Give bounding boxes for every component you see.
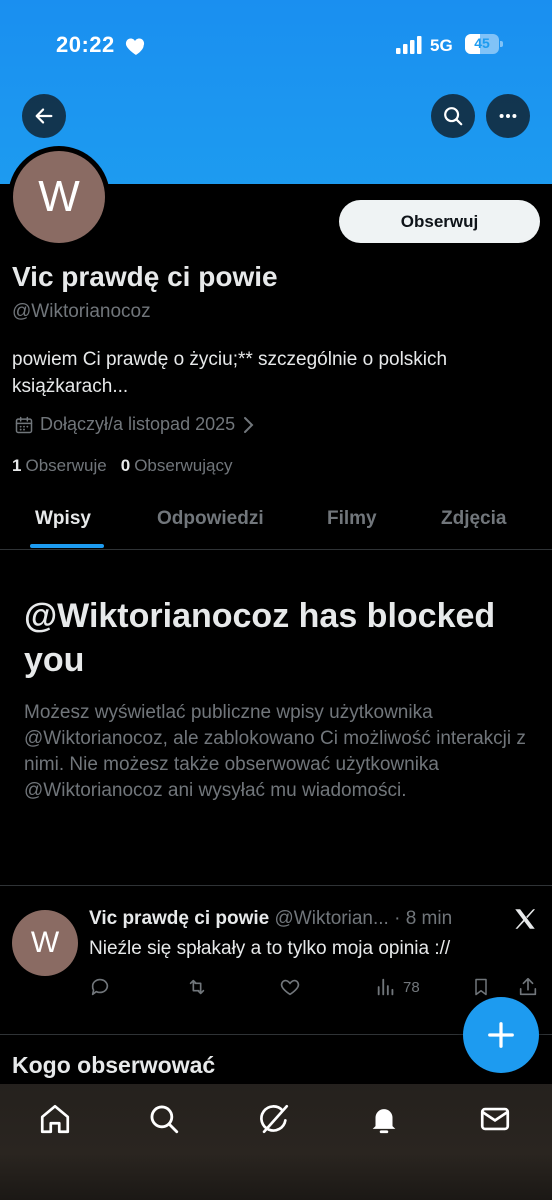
profile-handle: @Wiktorianocoz <box>12 301 151 322</box>
views-button[interactable]: 78 <box>375 976 420 998</box>
grok-icon[interactable] <box>257 1102 291 1136</box>
tab-replies[interactable]: Odpowiedzi <box>157 508 264 530</box>
calendar-icon <box>15 416 33 433</box>
following-label: Obserwuje <box>25 456 107 475</box>
share-button[interactable] <box>517 976 539 998</box>
views-count: 78 <box>403 978 420 996</box>
share-icon <box>519 977 537 996</box>
joined-label: Dołączył/a listopad 2025 <box>40 414 236 434</box>
network-type: 5G <box>430 36 453 55</box>
search-icon[interactable] <box>147 1102 181 1136</box>
tweet-avatar[interactable]: W <box>12 910 78 976</box>
more-button[interactable] <box>486 94 530 138</box>
followers-label: Obserwujący <box>134 456 233 475</box>
retweet-button[interactable] <box>185 976 209 998</box>
tab-videos[interactable]: Filmy <box>327 508 377 530</box>
back-button[interactable] <box>22 94 66 138</box>
following-link[interactable]: 1 Obserwuje <box>12 456 107 476</box>
battery-indicator: 45 <box>465 34 503 54</box>
who-to-follow-heading: Kogo obserwować <box>12 1052 216 1078</box>
bookmark-button[interactable] <box>471 976 491 998</box>
following-count: 1 <box>12 456 22 475</box>
battery-level: 45 <box>474 35 490 51</box>
notifications-icon[interactable] <box>367 1102 401 1136</box>
profile-name: Vic prawdę ci powie <box>12 261 278 292</box>
tweet-actions: 78 <box>89 976 539 1000</box>
reply-button[interactable] <box>89 976 111 998</box>
follow-button[interactable]: Obserwuj <box>339 200 540 243</box>
tweet-handle-time: @Wiktorian... · 8 min <box>274 908 453 929</box>
avatar-letter: W <box>30 926 60 959</box>
plus-icon <box>488 1022 514 1048</box>
tab-photos[interactable]: Zdjęcia <box>441 508 506 530</box>
followers-link[interactable]: 0 Obserwujący <box>121 456 233 476</box>
like-icon <box>280 979 300 996</box>
divider <box>0 885 552 886</box>
tweet-header: Vic prawdę ci powie @Wiktorian... · 8 mi… <box>89 908 452 930</box>
active-tab-indicator <box>30 544 104 548</box>
blocked-message: Możesz wyświetlać publiczne wpisy użytko… <box>24 702 526 801</box>
joined-date[interactable]: Dołączył/a listopad 2025 <box>14 414 261 435</box>
messages-icon[interactable] <box>478 1102 512 1136</box>
avatar-letter: W <box>38 172 80 221</box>
heart-icon <box>125 38 145 55</box>
profile-tabs: Wpisy Odpowiedzi Filmy Zdjęcia <box>0 496 552 550</box>
search-button[interactable] <box>431 94 475 138</box>
x-logo-icon <box>515 909 536 929</box>
tweet-text: Nieźle się spłakały a to tylko moja opin… <box>89 938 451 959</box>
bookmark-icon <box>475 978 487 996</box>
followers-count: 0 <box>120 456 131 475</box>
more-icon <box>499 113 517 119</box>
status-time: 20:22 <box>56 32 115 57</box>
views-icon <box>377 978 394 996</box>
retweet-icon <box>189 979 205 995</box>
profile-bio: powiem Ci prawdę o życiu;** szczególnie … <box>12 349 448 397</box>
chevron-right-icon <box>244 416 254 433</box>
tab-posts[interactable]: Wpisy <box>35 508 91 530</box>
signal-icon <box>396 36 422 54</box>
follow-counts: 1 Obserwuje 0 Obserwujący <box>12 456 232 476</box>
bottom-navigation <box>0 1084 552 1200</box>
home-icon[interactable] <box>38 1102 72 1136</box>
like-button[interactable] <box>279 976 301 998</box>
status-bar: 20:22 5G 45 <box>0 26 552 66</box>
blocked-title: @Wiktorianocoz has blocked you <box>24 597 496 679</box>
profile-avatar[interactable]: W <box>8 146 110 248</box>
compose-button[interactable] <box>463 997 539 1073</box>
search-icon <box>444 107 463 126</box>
arrow-left-icon <box>35 108 53 124</box>
tweet-author-name[interactable]: Vic prawdę ci powie <box>89 908 269 929</box>
reply-icon <box>91 978 109 996</box>
